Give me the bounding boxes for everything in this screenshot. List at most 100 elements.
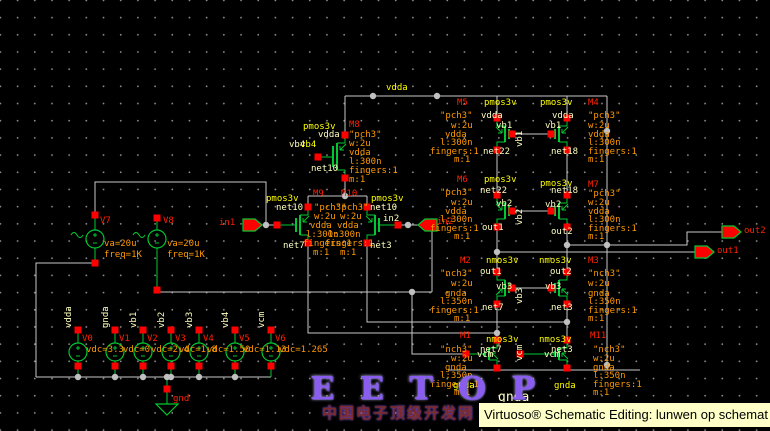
label-pch3: "pch3": [440, 112, 473, 121]
label-net18: net18: [551, 148, 578, 157]
terminal-square[interactable]: [564, 365, 571, 372]
label-out1: out1: [717, 247, 739, 256]
label-nch3: "nch3": [588, 270, 621, 279]
label-vb3: vb3: [545, 283, 561, 292]
terminal-square[interactable]: [342, 132, 349, 139]
label-m3: M3: [588, 257, 599, 266]
terminal-square[interactable]: [92, 212, 99, 219]
label-m1: m:1: [454, 156, 470, 165]
label-pch3: "pch3": [588, 112, 621, 121]
dc-source-circle: [69, 343, 87, 361]
pin-out1[interactable]: [695, 246, 714, 258]
terminal-square[interactable]: [548, 131, 555, 138]
label-vb2: vb2: [516, 209, 525, 225]
terminal-square[interactable]: [92, 260, 99, 267]
terminal-square[interactable]: [315, 154, 322, 161]
label-nmos3v: nmos3v: [486, 257, 519, 266]
junction-dot: [564, 319, 570, 325]
label-v8: V8: [163, 217, 174, 226]
terminal-square[interactable]: [112, 327, 119, 334]
transistor-M7[interactable]: [548, 192, 571, 231]
label-nmos3v: nmos3v: [539, 336, 572, 345]
label-out2: out2: [550, 268, 572, 277]
terminal-square[interactable]: [75, 327, 82, 334]
terminal-square[interactable]: [305, 204, 312, 211]
label-vdc1265: vdc=1.265: [279, 346, 328, 355]
label-vcm: vcm: [516, 345, 525, 361]
label-vdda: vdda: [65, 306, 74, 328]
label-net10: net10: [370, 204, 397, 213]
label-m1: m:1: [340, 249, 356, 258]
label-m1: m:1: [313, 249, 329, 258]
terminal-square[interactable]: [154, 215, 161, 222]
terminal-square[interactable]: [164, 386, 171, 393]
terminal-square[interactable]: [196, 363, 203, 370]
label-m8: M8: [349, 121, 360, 130]
label-vb3: vb3: [186, 312, 195, 328]
label-va20u: va=20u: [167, 240, 200, 249]
terminal-square[interactable]: [140, 363, 147, 370]
pin-out2[interactable]: [722, 226, 741, 238]
terminal-square[interactable]: [196, 327, 203, 334]
junction-dot: [140, 374, 146, 380]
terminal-square[interactable]: [112, 363, 119, 370]
junction-dot: [112, 374, 118, 380]
junction-dot: [370, 93, 376, 99]
terminal-square[interactable]: [232, 363, 239, 370]
terminal-square[interactable]: [75, 363, 82, 370]
label-m9: M9: [313, 190, 324, 199]
label-m11: M11: [590, 332, 606, 341]
terminal-square[interactable]: [274, 222, 281, 229]
label-net18: net18: [551, 187, 578, 196]
terminal-square[interactable]: [168, 363, 175, 370]
label-v2: V2: [147, 335, 158, 344]
label-gnd: gnd: [173, 395, 189, 404]
schematic-canvas[interactable]: vddapmos3vM8vdda"pch3"vb4vb4w:2uvddal:30…: [0, 0, 770, 431]
label-vb1: vb1: [496, 122, 512, 131]
mos-stroke: [562, 204, 568, 210]
mos-stroke: [340, 144, 346, 150]
label-vb4: vb4: [222, 312, 231, 328]
pin-in1[interactable]: [243, 219, 262, 231]
mos-stroke: [562, 127, 568, 133]
label-net22: net22: [483, 148, 510, 157]
label-gnda: gnda: [554, 382, 576, 391]
label-w2u: w:2u: [588, 280, 610, 289]
label-m1: m:1: [588, 156, 604, 165]
terminal-square[interactable]: [154, 287, 161, 294]
label-out1: out1: [482, 224, 504, 233]
terminal-square[interactable]: [268, 363, 275, 370]
label-net3: net3: [370, 242, 392, 251]
ground-triangle-icon: [156, 404, 178, 415]
label-vcm: vcm: [544, 351, 560, 360]
label-v3: V3: [175, 335, 186, 344]
label-net10: net10: [276, 204, 303, 213]
label-pmos3v: pmos3v: [484, 176, 517, 185]
label-pch3: "pch3": [440, 189, 473, 198]
junction-dot: [263, 222, 269, 228]
label-v7: V7: [100, 217, 111, 226]
label-net22: net22: [480, 187, 507, 196]
terminal-square[interactable]: [168, 327, 175, 334]
label-net7: net7: [482, 304, 504, 313]
junction-dot: [564, 242, 570, 248]
terminal-square[interactable]: [232, 327, 239, 334]
label-vdc0: vdc=0: [123, 346, 150, 355]
terminal-square[interactable]: [342, 175, 349, 182]
terminal-square[interactable]: [140, 327, 147, 334]
wire[interactable]: [157, 290, 432, 292]
label-vb4: vb4: [300, 141, 316, 150]
label-m1: m:1: [588, 233, 604, 242]
label-out2: out2: [744, 227, 766, 236]
junction-dot: [168, 374, 174, 380]
watermark-logo: E E T O P: [310, 372, 542, 404]
terminal-square[interactable]: [268, 327, 275, 334]
junction-dot: [434, 93, 440, 99]
label-pmos3v: pmos3v: [540, 99, 573, 108]
wire[interactable]: [95, 182, 266, 225]
ac-sine-icon: [71, 233, 83, 238]
label-m2: M2: [460, 257, 471, 266]
label-m1: m:1: [454, 315, 470, 324]
label-va20u: va=20u: [104, 240, 137, 249]
junction-dot: [232, 374, 238, 380]
